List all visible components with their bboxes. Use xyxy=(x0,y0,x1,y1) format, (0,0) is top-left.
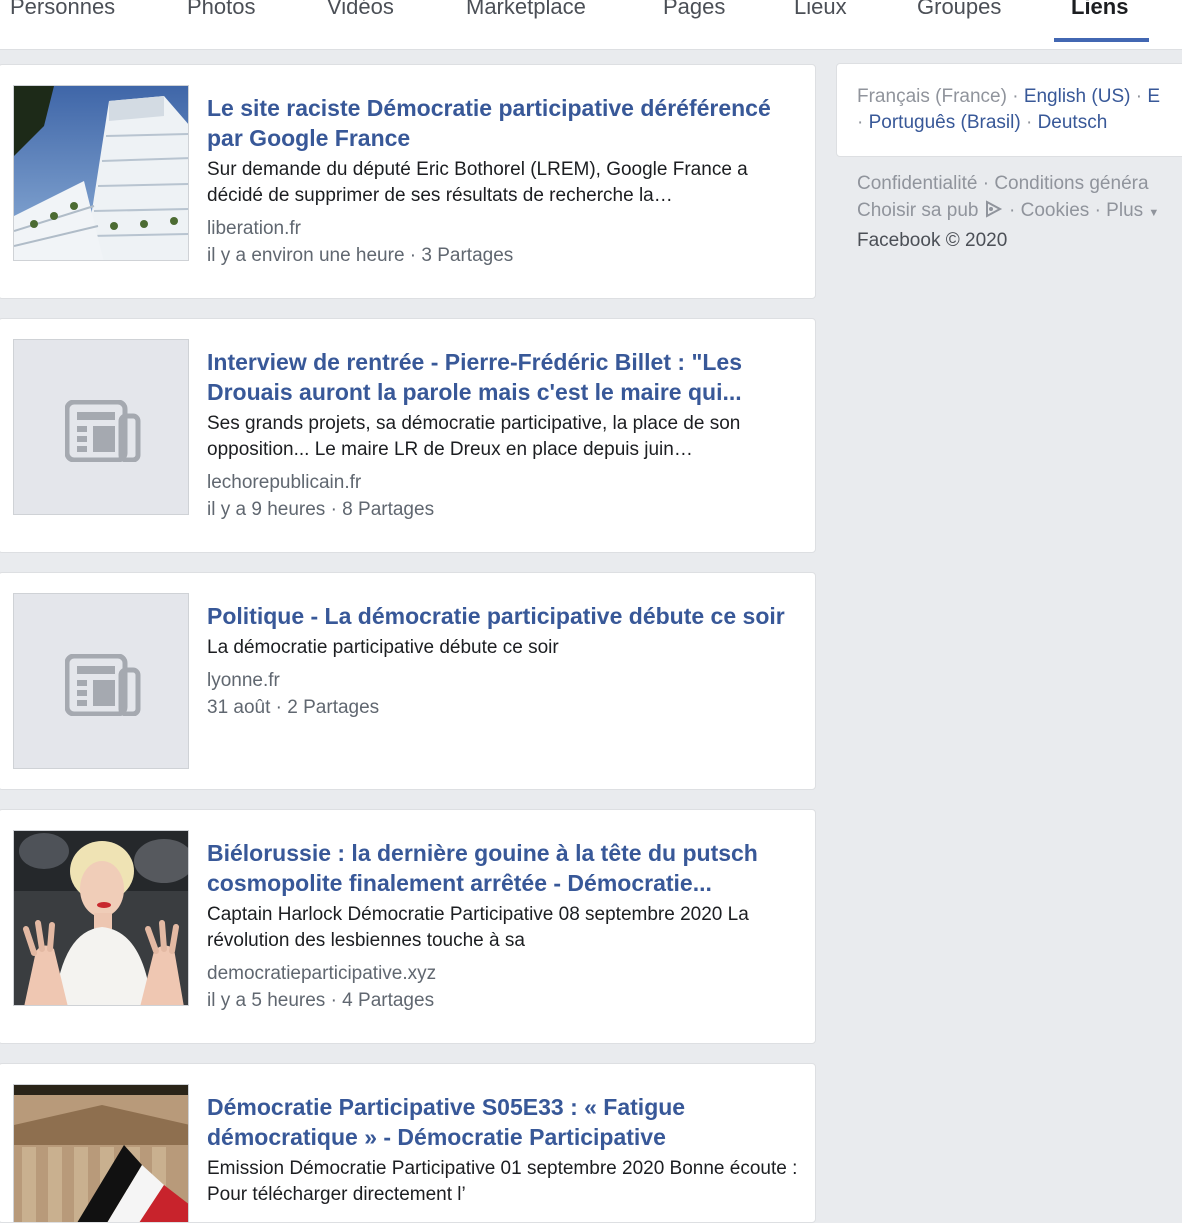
result-domain: lyonne.fr xyxy=(207,670,280,691)
result-text: Le site raciste Démocratie participative… xyxy=(207,93,802,269)
language-line-2: · Português (Brasil) · Deutsch xyxy=(857,112,1107,134)
tab-videos[interactable]: Vidéos xyxy=(327,0,394,20)
tab-groupes[interactable]: Groupes xyxy=(917,0,1001,20)
result-thumbnail[interactable] xyxy=(13,1084,189,1222)
result-description: Captain Harlock Démocratie Participative… xyxy=(207,904,749,951)
separator-dot: · xyxy=(1094,200,1101,221)
result-description: Emission Démocratie Participative 01 sep… xyxy=(207,1158,798,1205)
result-card: Biélorussie : la dernière gouine à la tê… xyxy=(0,809,816,1044)
language-selector-box: Français (France) · English (US) · E · P… xyxy=(836,63,1182,157)
tab-marketplace[interactable]: Marketplace xyxy=(466,0,586,20)
separator-dot: · xyxy=(1012,86,1019,107)
result-meta: il y a 5 heures · 4 Partages xyxy=(207,990,435,1011)
footer-link-plus[interactable]: Plus xyxy=(1106,200,1143,221)
result-card: Politique - La démocratie participative … xyxy=(0,572,816,790)
copyright-text: Facebook © 2020 xyxy=(857,230,1008,251)
result-title-link[interactable]: Politique - La démocratie participative … xyxy=(207,601,802,631)
newspaper-icon xyxy=(65,654,141,716)
separator-dot: · xyxy=(982,173,990,194)
result-description: La démocratie participative débute ce so… xyxy=(207,637,559,658)
result-title-link[interactable]: Le site raciste Démocratie participative… xyxy=(207,93,802,153)
result-text: Démocratie Participative S05E33 : « Fati… xyxy=(207,1092,802,1208)
building-photo xyxy=(14,86,188,260)
result-meta: il y a environ une heure · 3 Partages xyxy=(207,245,514,266)
language-link-deutsch[interactable]: Deutsch xyxy=(1038,112,1108,133)
result-domain: democratieparticipative.xyz xyxy=(207,963,437,984)
tab-liens[interactable]: Liens xyxy=(1071,0,1128,20)
result-description: Sur demande du député Eric Bothorel (LRE… xyxy=(207,159,748,206)
result-title-link[interactable]: Interview de rentrée - Pierre-Frédéric B… xyxy=(207,347,802,407)
result-thumbnail[interactable] xyxy=(13,593,189,769)
active-tab-indicator xyxy=(1054,38,1149,42)
woman-photo xyxy=(14,831,188,1005)
footer-link-choisir-pub[interactable]: Choisir sa pub xyxy=(857,200,978,221)
result-text: Biélorussie : la dernière gouine à la tê… xyxy=(207,838,802,1014)
language-line-1: Français (France) · English (US) · E xyxy=(857,86,1160,108)
result-card: Démocratie Participative S05E33 : « Fati… xyxy=(0,1063,816,1223)
tab-photos[interactable]: Photos xyxy=(187,0,256,20)
footer-link-confidentialite[interactable]: Confidentialité xyxy=(857,173,977,194)
result-text: Interview de rentrée - Pierre-Frédéric B… xyxy=(207,347,802,523)
search-tabs-bar: Personnes Photos Vidéos Marketplace Page… xyxy=(0,0,1182,50)
tab-personnes[interactable]: Personnes xyxy=(10,0,115,20)
result-description: Ses grands projets, sa démocratie partic… xyxy=(207,413,741,460)
language-link-portuguese[interactable]: Português (Brasil) xyxy=(869,112,1021,133)
result-text: Politique - La démocratie participative … xyxy=(207,601,802,721)
tab-lieux[interactable]: Lieux xyxy=(794,0,847,20)
footer-line-2: Choisir sa pub · Cookies · Plus ▼ xyxy=(857,197,1159,227)
result-meta: 31 août · 2 Partages xyxy=(207,697,380,718)
result-title-link[interactable]: Démocratie Participative S05E33 : « Fati… xyxy=(207,1092,802,1152)
result-thumbnail[interactable] xyxy=(13,85,189,261)
result-card: Le site raciste Démocratie participative… xyxy=(0,64,816,299)
footer-link-conditions[interactable]: Conditions généra xyxy=(994,173,1148,194)
language-link-english[interactable]: English (US) xyxy=(1024,86,1131,107)
result-thumbnail[interactable] xyxy=(13,830,189,1006)
result-card: Interview de rentrée - Pierre-Frédéric B… xyxy=(0,318,816,553)
result-title-link[interactable]: Biélorussie : la dernière gouine à la tê… xyxy=(207,838,802,898)
separator-dot: · xyxy=(1009,200,1016,221)
newspaper-icon xyxy=(65,400,141,462)
language-link-truncated[interactable]: E xyxy=(1147,86,1160,107)
separator-dot: · xyxy=(1135,86,1143,107)
result-meta: il y a 9 heures · 8 Partages xyxy=(207,499,435,520)
separator-dot: · xyxy=(1025,112,1033,133)
flag-photo xyxy=(14,1085,188,1222)
result-thumbnail[interactable] xyxy=(13,339,189,515)
adchoices-icon xyxy=(985,200,1002,218)
result-domain: liberation.fr xyxy=(207,218,301,239)
separator-dot: · xyxy=(857,112,864,133)
current-language: Français (France) xyxy=(857,86,1007,107)
result-domain: lechorepublicain.fr xyxy=(207,472,362,493)
footer-line-1: Confidentialité · Conditions généra xyxy=(857,170,1159,197)
page-footer: Confidentialité · Conditions généra Choi… xyxy=(857,170,1159,254)
caret-down-icon[interactable]: ▼ xyxy=(1148,207,1159,219)
footer-link-cookies[interactable]: Cookies xyxy=(1021,200,1090,221)
tab-pages[interactable]: Pages xyxy=(663,0,725,20)
